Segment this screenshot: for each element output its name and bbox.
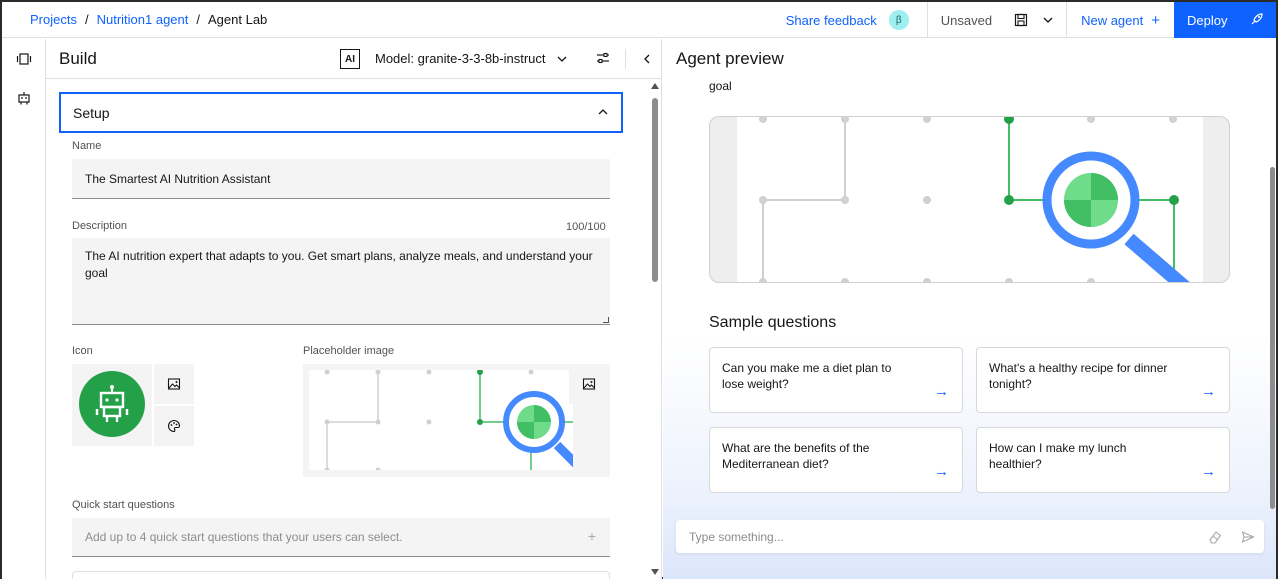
share-feedback-link[interactable]: Share feedback bbox=[786, 2, 885, 38]
scroll-thumb[interactable] bbox=[1270, 167, 1275, 509]
image-icon[interactable] bbox=[154, 364, 194, 404]
scroll-up-icon[interactable] bbox=[651, 83, 659, 89]
beta-badge: β bbox=[888, 10, 909, 30]
setup-accordion[interactable]: Setup bbox=[59, 92, 623, 133]
description-text: The AI nutrition expert that adapts to y… bbox=[85, 249, 593, 280]
quick-start-label: Quick start questions bbox=[72, 499, 175, 511]
scroll-down-icon[interactable] bbox=[651, 569, 659, 575]
quick-start-input[interactable]: Add up to 4 quick start questions that y… bbox=[72, 518, 610, 557]
sliders-icon[interactable] bbox=[595, 50, 611, 66]
chevron-down-icon[interactable] bbox=[556, 52, 568, 64]
chevron-down-icon[interactable] bbox=[1042, 14, 1054, 26]
placeholder-image-box bbox=[303, 364, 610, 477]
eraser-icon[interactable] bbox=[1208, 530, 1222, 544]
next-section-card bbox=[72, 571, 610, 579]
description-textarea[interactable]: The AI nutrition expert that adapts to y… bbox=[72, 238, 610, 325]
scroll-thumb[interactable] bbox=[652, 98, 658, 282]
preview-hero-image bbox=[709, 116, 1230, 283]
breadcrumb-nutrition-agent[interactable]: Nutrition1 agent bbox=[97, 12, 189, 27]
placeholder-image-label: Placeholder image bbox=[303, 345, 395, 357]
placeholder-illustration bbox=[309, 370, 573, 470]
breadcrumb-separator: / bbox=[196, 12, 200, 27]
agent-preview-panel: Agent preview goal Sample questions Can … bbox=[663, 39, 1276, 579]
preview-description-tail: goal bbox=[709, 79, 732, 93]
hero-illustration bbox=[737, 117, 1203, 282]
send-icon[interactable] bbox=[1241, 530, 1255, 544]
sample-question-text: What are the benefits of the Mediterrane… bbox=[722, 441, 870, 471]
arrow-right-icon: → bbox=[1201, 463, 1216, 480]
breadcrumb-projects[interactable]: Projects bbox=[30, 12, 77, 27]
description-counter: 100/100 bbox=[566, 221, 606, 233]
sample-question-text: Can you make me a diet plan to lose weig… bbox=[722, 361, 892, 391]
sample-question-card[interactable]: Can you make me a diet plan to lose weig… bbox=[709, 347, 963, 413]
description-label: Description bbox=[72, 220, 128, 232]
build-scrollbar[interactable] bbox=[650, 83, 660, 575]
chat-input[interactable]: Type something... bbox=[676, 520, 1264, 553]
chevron-up-icon bbox=[597, 105, 609, 121]
quick-start-placeholder: Add up to 4 quick start questions that y… bbox=[85, 530, 403, 544]
arrow-right-icon: → bbox=[1201, 383, 1216, 400]
sample-question-text: What's a healthy recipe for dinner tonig… bbox=[989, 361, 1168, 391]
build-panel: Build AI Model: granite-3-3-8b-instruct … bbox=[46, 39, 662, 579]
ai-badge: AI bbox=[340, 49, 360, 69]
build-title: Build bbox=[59, 49, 97, 68]
arrow-right-icon: → bbox=[934, 463, 949, 480]
name-input[interactable]: The Smartest AI Nutrition Assistant bbox=[72, 159, 610, 199]
plus-icon: + bbox=[1151, 11, 1160, 29]
save-icon[interactable] bbox=[1014, 13, 1028, 27]
image-icon[interactable] bbox=[569, 364, 609, 404]
deploy-label: Deploy bbox=[1187, 12, 1228, 28]
add-question-button[interactable]: + bbox=[588, 528, 596, 544]
breadcrumb-current: Agent Lab bbox=[208, 12, 268, 27]
resize-handle[interactable] bbox=[603, 317, 609, 323]
top-bar: Projects / Nutrition1 agent / Agent Lab … bbox=[2, 2, 1276, 38]
agent-icon[interactable] bbox=[16, 90, 32, 106]
save-status-text: Unsaved bbox=[940, 12, 993, 28]
sample-question-card[interactable]: How can I make my lunch healthier? → bbox=[976, 427, 1230, 493]
robot-icon bbox=[79, 371, 145, 437]
build-header: Build AI Model: granite-3-3-8b-instruct bbox=[46, 39, 662, 79]
chat-input-placeholder: Type something... bbox=[689, 529, 784, 544]
new-agent-label: New agent bbox=[1081, 12, 1144, 28]
deploy-button[interactable]: Deploy bbox=[1174, 2, 1276, 38]
save-status: Unsaved bbox=[926, 2, 1066, 38]
name-label: Name bbox=[72, 140, 102, 152]
sample-question-card[interactable]: What are the benefits of the Mediterrane… bbox=[709, 427, 963, 493]
agent-icon-preview bbox=[72, 364, 152, 446]
new-agent-button[interactable]: New agent + bbox=[1066, 2, 1174, 38]
model-selector[interactable]: Model: granite-3-3-8b-instruct bbox=[375, 51, 546, 66]
arrow-right-icon: → bbox=[934, 383, 949, 400]
rocket-icon bbox=[1250, 12, 1264, 29]
preview-title: Agent preview bbox=[676, 49, 784, 68]
breadcrumb: Projects / Nutrition1 agent / Agent Lab bbox=[30, 12, 267, 27]
chevron-left-icon[interactable] bbox=[625, 49, 653, 69]
preview-scrollbar[interactable] bbox=[1269, 79, 1275, 539]
preview-header: Agent preview bbox=[663, 39, 1276, 79]
icon-label: Icon bbox=[72, 345, 93, 357]
left-rail bbox=[2, 39, 46, 579]
breadcrumb-separator: / bbox=[84, 12, 89, 27]
palette-icon[interactable] bbox=[154, 406, 194, 446]
sample-questions-title: Sample questions bbox=[709, 314, 837, 331]
sample-question-text: How can I make my lunch healthier? bbox=[989, 441, 1127, 471]
setup-title: Setup bbox=[73, 104, 110, 121]
sample-question-card[interactable]: What's a healthy recipe for dinner tonig… bbox=[976, 347, 1230, 413]
project-icon[interactable] bbox=[16, 51, 32, 67]
